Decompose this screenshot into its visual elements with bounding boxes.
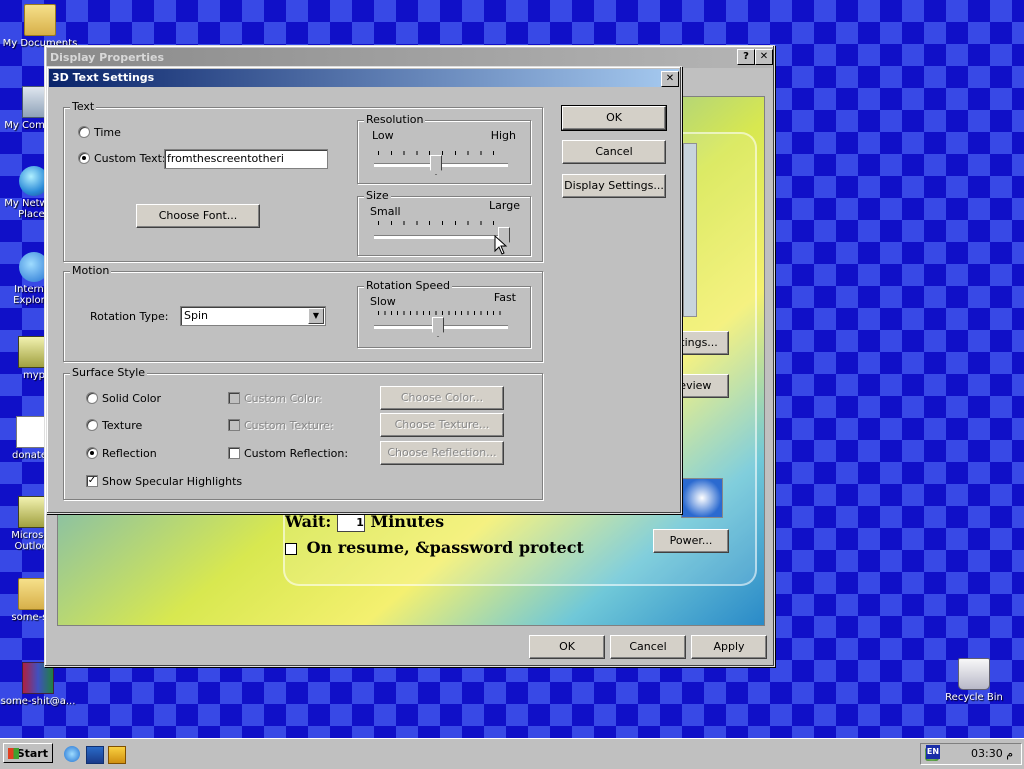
rotation-type-select[interactable]: Spin ▼ (180, 306, 326, 326)
text-group-label: Text (70, 100, 97, 113)
custom-reflection-checkbox[interactable] (228, 447, 240, 459)
windows-flag-icon (8, 748, 19, 759)
cancel-button[interactable]: Cancel (610, 635, 686, 659)
size-label: Size (364, 189, 391, 202)
choose-color-button[interactable]: Choose Color... (380, 386, 504, 410)
reflection-label: Reflection (102, 447, 157, 460)
custom-text-input[interactable]: fromthescreentotheri (164, 149, 328, 169)
ok-button[interactable]: OK (529, 635, 605, 659)
size-track (374, 235, 508, 239)
power-button[interactable]: Power... (653, 529, 729, 553)
3d-text-settings-dialog: 3D Text Settings ✕ Text Time Custom Text… (46, 66, 682, 514)
wait-label: Wait: (285, 512, 332, 531)
desktop-icon-label: Recycle Bin (945, 692, 1003, 703)
custom-text-label: Custom Text: (94, 152, 166, 165)
rotation-type-value: Spin (184, 309, 208, 322)
start-button[interactable]: Start (3, 743, 53, 763)
rotation-speed-slider-thumb[interactable] (432, 317, 444, 337)
desktop-icon-my-documents[interactable]: My Documents (0, 4, 80, 49)
resolution-ticks (378, 151, 506, 155)
choose-font-button[interactable]: Choose Font... (136, 204, 260, 228)
chevron-down-icon[interactable]: ▼ (308, 308, 324, 324)
texture-radio[interactable] (86, 419, 98, 431)
window-title: Display Properties (47, 48, 772, 68)
motion-group: Motion Rotation Type: Spin ▼ Rotation Sp… (63, 264, 543, 362)
resolution-group: Resolution Low High (357, 113, 531, 184)
desktop-icon-archive[interactable]: some-shit@a... (0, 662, 78, 707)
taskbar: Start 03:30 م (0, 738, 1024, 769)
surface-style-group: Surface Style Solid Color Texture Reflec… (63, 366, 543, 500)
resolution-high-label: High (490, 129, 516, 142)
custom-reflection-label: Custom Reflection: (244, 447, 349, 460)
resume-password-label: On resume, &password protect (306, 538, 584, 557)
solid-color-label: Solid Color (102, 392, 162, 405)
close-button[interactable]: ✕ (755, 49, 773, 65)
motion-group-label: Motion (70, 264, 112, 277)
minutes-label: Minutes (370, 512, 445, 531)
custom-text-radio[interactable] (78, 152, 90, 164)
solid-color-radio[interactable] (86, 392, 98, 404)
quicklaunch-desktop-icon[interactable] (86, 746, 104, 764)
custom-texture-label: Custom Texture: (244, 419, 334, 432)
rotation-speed-label: Rotation Speed (364, 279, 452, 292)
dialog-ok-button[interactable]: OK (561, 105, 667, 131)
time-radio[interactable] (78, 126, 90, 138)
custom-color-checkbox[interactable] (228, 392, 240, 404)
surface-style-label: Surface Style (70, 366, 148, 379)
desktop-icon-label: some-shit@a... (0, 696, 76, 707)
rotation-type-label: Rotation Type: (90, 310, 169, 323)
rotation-speed-fast-label: Fast (493, 291, 516, 304)
dialog-close-button[interactable]: ✕ (661, 71, 679, 87)
quicklaunch-media-icon[interactable] (108, 746, 126, 764)
size-small-label: Small (370, 205, 401, 218)
dialog-cancel-button[interactable]: Cancel (562, 140, 666, 164)
resume-password-checkbox[interactable] (285, 542, 297, 555)
choose-reflection-button[interactable]: Choose Reflection... (380, 441, 504, 465)
wait-spinner[interactable]: 1 (336, 513, 365, 532)
clock: 03:30 م (971, 747, 1014, 760)
size-large-label: Large (489, 199, 520, 212)
show-specular-label: Show Specular Highlights (102, 475, 243, 488)
rotation-speed-slow-label: Slow (370, 295, 396, 308)
time-label: Time (94, 126, 121, 139)
screensaver-logo-icon (681, 478, 723, 518)
folder-icon (24, 4, 56, 36)
monitor-preview (683, 143, 697, 317)
custom-color-label: Custom Color: (244, 392, 322, 405)
rotation-speed-ticks (378, 311, 506, 315)
language-indicator[interactable]: EN (926, 745, 940, 759)
mouse-cursor-icon (494, 235, 508, 255)
resolution-label: Resolution (364, 113, 426, 126)
size-ticks (378, 221, 506, 225)
wait-row: Wait: 1 Minutes (285, 512, 444, 532)
display-settings-button[interactable]: Display Settings... (562, 174, 666, 198)
resolution-slider-thumb[interactable] (430, 155, 442, 175)
quicklaunch-ie-icon[interactable] (64, 746, 80, 762)
resume-password-row[interactable]: On resume, &password protect (285, 538, 584, 557)
custom-texture-checkbox[interactable] (228, 419, 240, 431)
text-group: Text Time Custom Text: fromthescreentoth… (63, 100, 543, 262)
dialog-title: 3D Text Settings (49, 69, 679, 87)
show-specular-checkbox[interactable]: ✓ (86, 475, 98, 487)
start-label: Start (16, 747, 48, 760)
desktop-icon-recycle-bin[interactable]: Recycle Bin (934, 658, 1014, 703)
apply-button[interactable]: Apply (691, 635, 767, 659)
reflection-radio[interactable] (86, 447, 98, 459)
rotation-speed-group: Rotation Speed Slow Fast (357, 279, 531, 348)
recycle-bin-icon (958, 658, 990, 690)
resolution-low-label: Low (372, 129, 394, 142)
texture-label: Texture (102, 419, 143, 432)
choose-texture-button[interactable]: Choose Texture... (380, 413, 504, 437)
help-button[interactable]: ? (737, 49, 755, 65)
